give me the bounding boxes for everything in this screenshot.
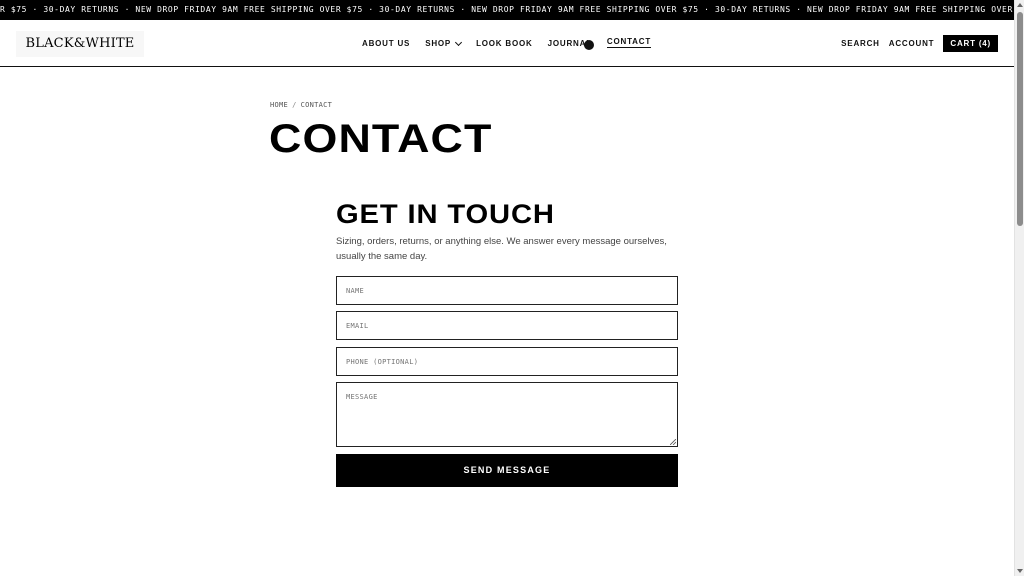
scroll-up-icon[interactable] [1017, 3, 1023, 7]
send-message-button[interactable]: SEND MESSAGE [336, 454, 678, 487]
resize-grip-icon[interactable] [670, 439, 676, 445]
cart-button[interactable]: CART (4) [943, 35, 998, 52]
account-link[interactable]: ACCOUNT [889, 39, 935, 48]
phone-field[interactable] [336, 347, 678, 376]
page-scrollbar[interactable] [1014, 0, 1024, 576]
search-link[interactable]: SEARCH [841, 39, 880, 48]
message-field[interactable] [336, 382, 678, 447]
cursor-indicator [584, 40, 594, 50]
scrollbar-thumb[interactable] [1017, 12, 1023, 226]
announcement-text: R $75 · 30-DAY RETURNS · NEW DROP FRIDAY… [0, 5, 1014, 14]
breadcrumb: HOME / CONTACT [270, 101, 332, 109]
brand-logo[interactable]: BLACK&WHITE [16, 31, 144, 57]
nav-about-us[interactable]: ABOUT US [362, 39, 410, 48]
nav-shop-label: SHOP [425, 39, 452, 48]
nav-shop[interactable]: SHOP [425, 38, 463, 48]
nav-about-us-label: ABOUT US [362, 39, 411, 48]
nav-contact-label: CONTACT [606, 37, 652, 46]
page-title: CONTACT [269, 117, 493, 161]
scroll-down-icon[interactable] [1017, 569, 1023, 573]
nav-look-book[interactable]: LOOK BOOK [476, 39, 533, 48]
site-header: BLACK&WHITE ABOUT US SHOP LOOK BOOK JOUR… [0, 20, 1014, 67]
contact-intro: Sizing, orders, returns, or anything els… [336, 236, 667, 262]
contact-heading: GET IN TOUCH [336, 199, 555, 229]
breadcrumb-separator: / [292, 101, 297, 109]
announcement-bar: R $75 · 30-DAY RETURNS · NEW DROP FRIDAY… [0, 0, 1014, 20]
nav-look-book-label: LOOK BOOK [476, 39, 533, 48]
email-field[interactable] [336, 311, 678, 340]
header-actions: SEARCH ACCOUNT CART (4) [832, 20, 998, 67]
main-nav: ABOUT US SHOP LOOK BOOK JOURNAL CONTACT [362, 20, 666, 67]
breadcrumb-home[interactable]: HOME [270, 101, 288, 109]
name-field[interactable] [336, 276, 678, 305]
nav-contact[interactable]: CONTACT [606, 37, 652, 48]
breadcrumb-current: CONTACT [300, 101, 333, 109]
chevron-down-icon [455, 38, 463, 46]
